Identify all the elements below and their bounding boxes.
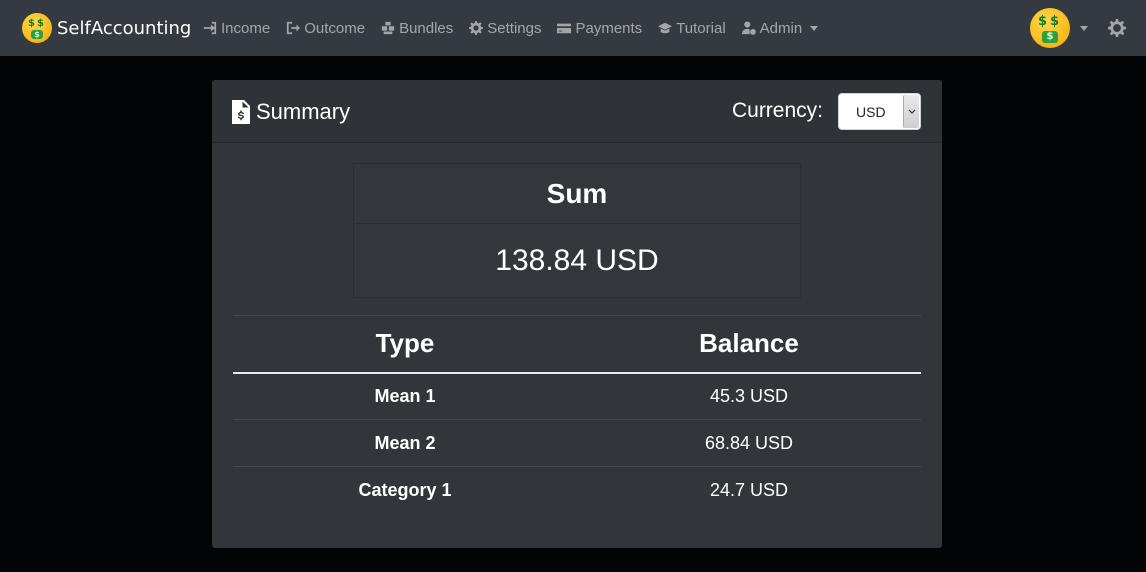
brand-name: SelfAccounting <box>57 17 192 39</box>
sun-icon <box>1108 19 1126 37</box>
chevron-down-icon <box>1080 25 1088 31</box>
table-row: Mean 2 68.84 USD <box>233 419 921 467</box>
table-header-row: Type Balance <box>233 315 921 374</box>
nav-item-settings[interactable]: Settings <box>469 20 541 37</box>
file-invoice-dollar-icon <box>232 100 250 124</box>
card-title: Summary <box>232 99 350 125</box>
money-mouth-face-icon: $$ $ <box>22 13 52 43</box>
sum-value: 138.84 USD <box>495 244 659 277</box>
chevron-down-icon <box>810 25 819 31</box>
nav-item-label: Outcome <box>304 19 366 37</box>
nav-item-label: Admin <box>759 19 803 37</box>
card-header: Summary Currency: USD <box>212 80 942 143</box>
nav-item-income[interactable]: Income <box>203 20 270 37</box>
nav-item-payments[interactable]: Payments <box>557 20 642 37</box>
user-cog-icon <box>741 21 756 35</box>
main-nav: Income Outcome Bundles Settings Payments… <box>203 0 834 56</box>
nav-item-label: Income <box>221 19 271 37</box>
nav-item-label: Settings <box>487 19 542 37</box>
avatar: $$ $ <box>1030 8 1070 48</box>
nav-item-admin[interactable]: Admin <box>741 19 819 37</box>
brand-link[interactable]: $$ $ SelfAccounting <box>22 12 191 44</box>
credit-card-icon <box>557 23 572 34</box>
row-type: Mean 1 <box>233 372 577 420</box>
summary-card: Summary Currency: USD Sum 138.84 USD Typ… <box>212 80 942 548</box>
nav-item-label: Payments <box>575 19 643 37</box>
nav-item-tutorial[interactable]: Tutorial <box>658 19 726 37</box>
sign-in-icon <box>203 21 217 35</box>
column-header-balance: Balance <box>577 315 921 374</box>
boxes-icon <box>381 21 395 35</box>
gear-icon <box>469 21 484 35</box>
user-menu-toggle[interactable]: $$ $ <box>1030 8 1088 48</box>
nav-item-label: Bundles <box>399 19 454 37</box>
column-header-type: Type <box>233 315 577 374</box>
row-balance: 24.7 USD <box>709 479 789 500</box>
graduation-cap-icon <box>658 22 673 34</box>
page-title: Summary <box>256 99 351 124</box>
sum-heading: Sum <box>354 164 800 224</box>
sum-box: Sum 138.84 USD <box>353 163 801 298</box>
currency-select[interactable]: USD <box>838 93 921 130</box>
row-balance: 68.84 USD <box>577 419 921 467</box>
balance-table: Type Balance Mean 1 45.3 USD Mean 2 68.8… <box>233 315 921 514</box>
nav-item-outcome[interactable]: Outcome <box>286 20 365 37</box>
top-navbar: $$ $ SelfAccounting Income Outcome Bundle… <box>0 0 1146 56</box>
row-type: Mean 2 <box>233 419 577 467</box>
nav-item-bundles[interactable]: Bundles <box>381 20 453 37</box>
currency-label: Currency: <box>731 99 823 122</box>
row-type: Category 1 <box>358 479 452 500</box>
table-row: Mean 1 45.3 USD <box>233 372 921 420</box>
chevron-down-icon <box>903 95 919 128</box>
currency-select-value: USD <box>856 103 886 120</box>
theme-toggle-button[interactable] <box>1108 19 1126 37</box>
row-balance: 45.3 USD <box>577 372 921 420</box>
sign-out-icon <box>287 21 301 35</box>
table-row: Category 1 24.7 USD <box>233 467 921 514</box>
user-area: $$ $ <box>1030 8 1126 48</box>
nav-item-label: Tutorial <box>676 19 726 37</box>
